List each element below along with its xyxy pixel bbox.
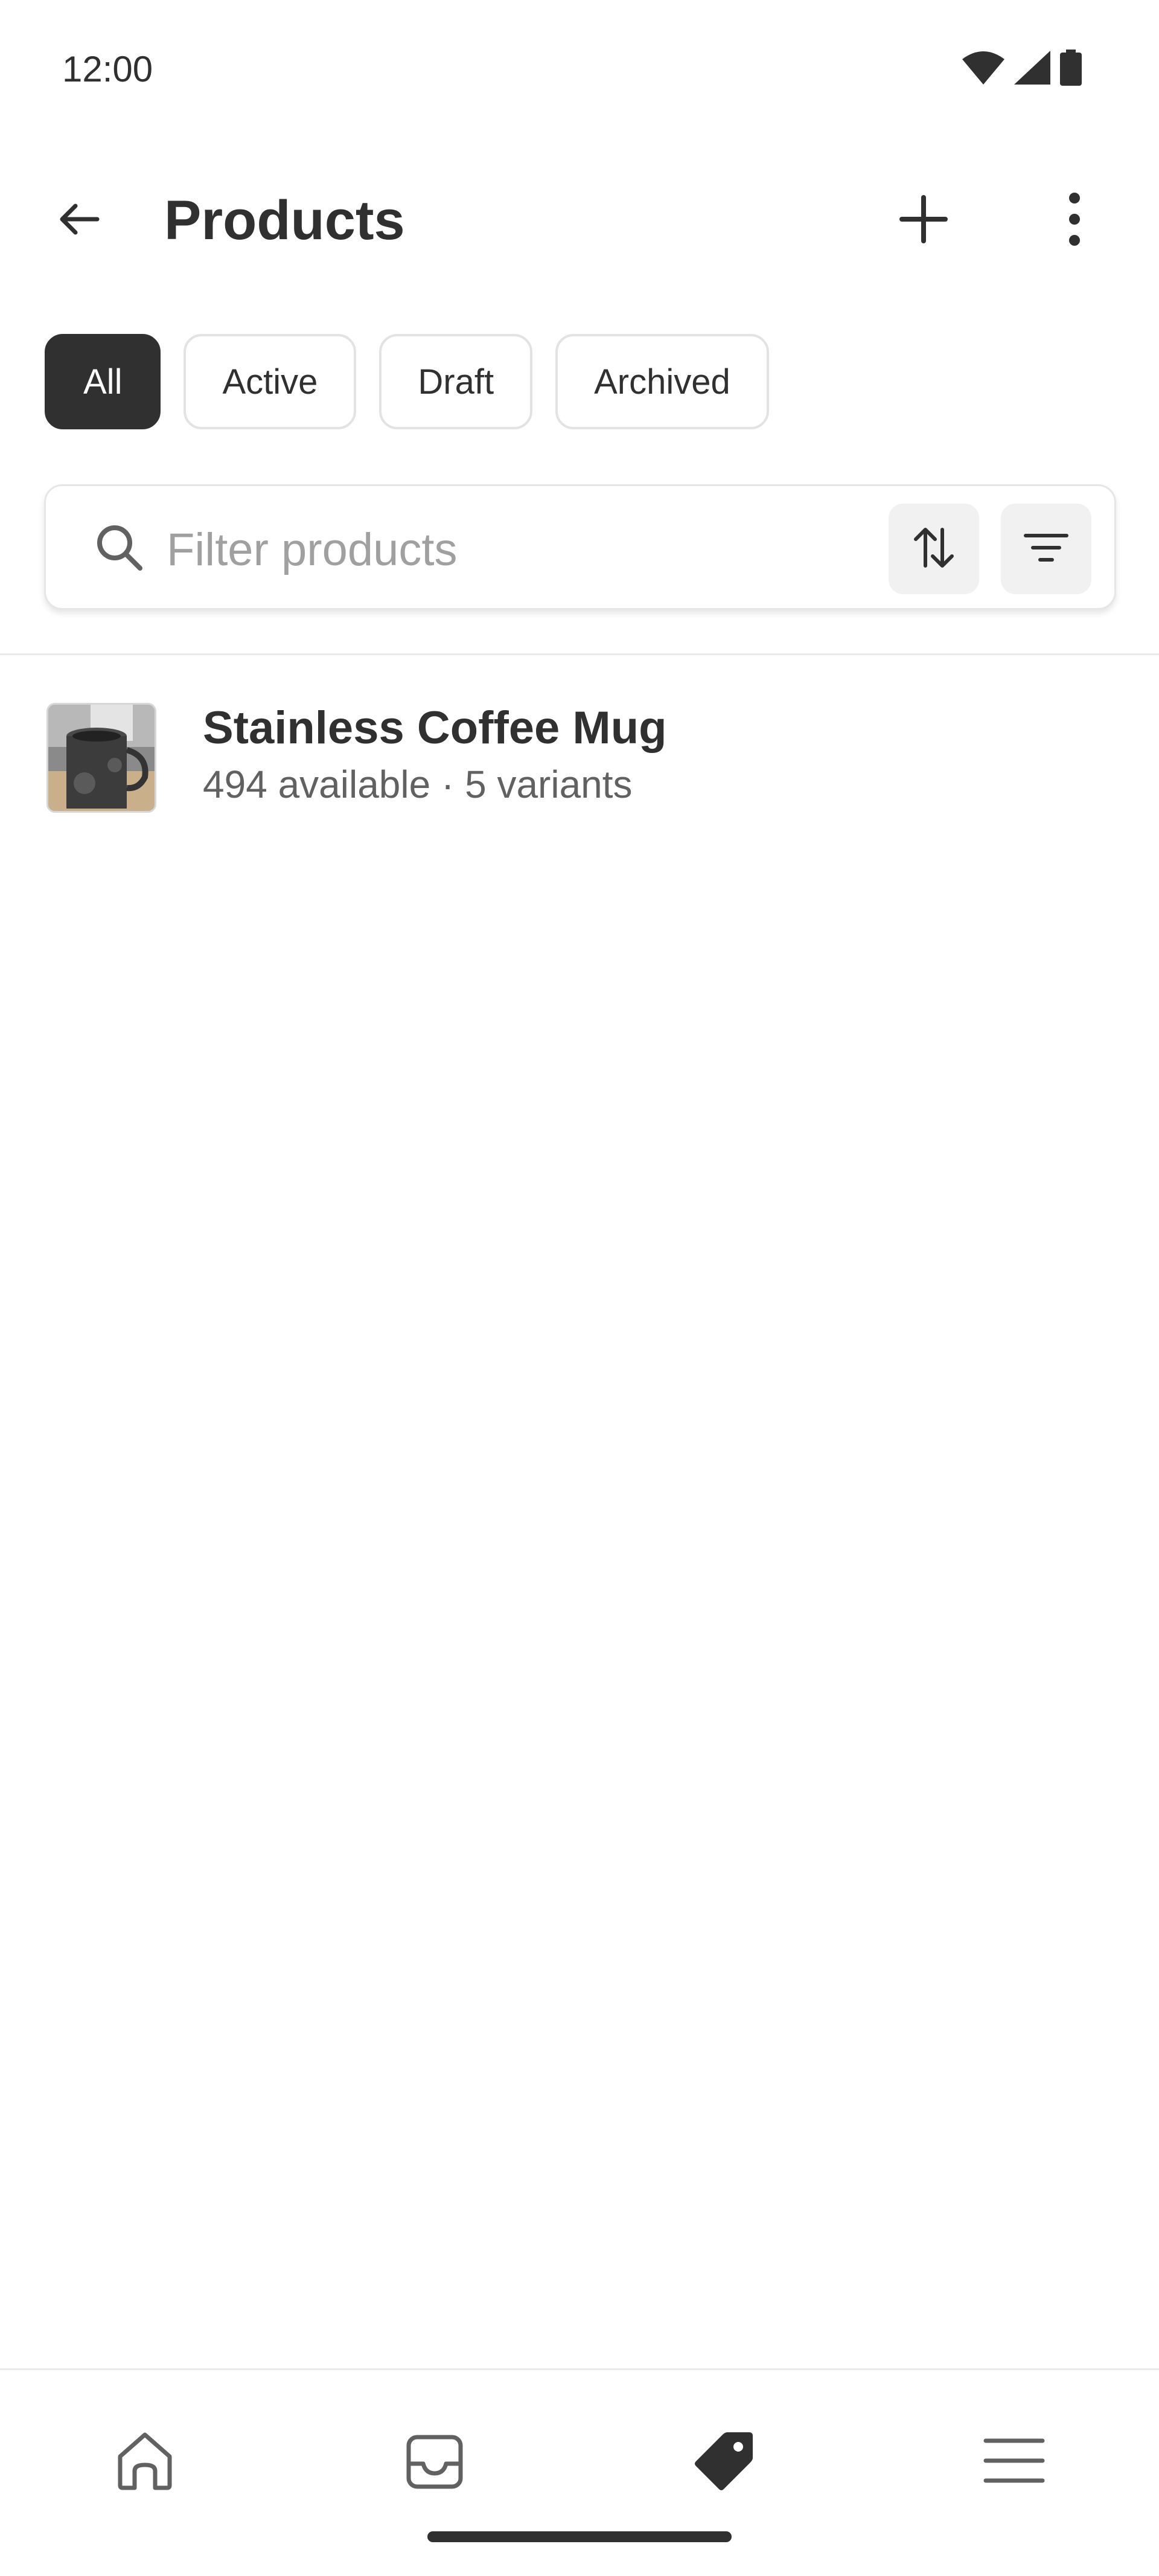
tab-active[interactable]: Active (184, 334, 357, 429)
home-indicator[interactable] (427, 2531, 732, 2542)
page-title: Products (164, 190, 405, 251)
more-options-button[interactable] (1044, 190, 1105, 251)
nav-products[interactable] (676, 2414, 773, 2510)
wifi-icon (962, 51, 1004, 88)
search-bar (44, 484, 1116, 610)
nav-home[interactable] (97, 2414, 193, 2510)
nav-menu[interactable] (966, 2414, 1062, 2510)
products-screen: 12:00 Products All Active Draft Archived… (0, 0, 1159, 2576)
tab-archived[interactable]: Archived (555, 334, 769, 429)
more-vertical-icon (1068, 192, 1081, 249)
menu-icon (981, 2433, 1047, 2491)
inbox-icon (401, 2427, 468, 2497)
arrow-left-icon (57, 201, 100, 240)
back-button[interactable] (48, 190, 109, 251)
tag-icon (691, 2427, 758, 2497)
product-meta: 494 available · 5 variants (203, 763, 633, 806)
search-icon (93, 521, 147, 575)
product-name: Stainless Coffee Mug (203, 702, 667, 754)
nav-inbox[interactable] (386, 2414, 483, 2510)
sort-button[interactable] (889, 504, 979, 594)
battery-icon (1060, 50, 1082, 89)
add-product-button[interactable] (893, 190, 954, 251)
status-time: 12:00 (62, 49, 153, 89)
app-bar: Products (0, 142, 1159, 299)
bottom-navigation (0, 2368, 1159, 2576)
search-input[interactable] (167, 510, 891, 589)
status-icons (962, 50, 1082, 89)
divider (0, 653, 1159, 655)
sort-icon (910, 524, 958, 575)
product-thumbnail (46, 703, 156, 813)
status-bar: 12:00 (0, 0, 1159, 142)
home-icon (112, 2427, 178, 2497)
filter-icon (1022, 530, 1070, 569)
tab-all[interactable]: All (45, 334, 161, 429)
signal-icon (1014, 51, 1050, 88)
status-tabs: All Active Draft Archived (45, 334, 769, 429)
tab-draft[interactable]: Draft (379, 334, 533, 429)
filter-button[interactable] (1001, 504, 1091, 594)
product-list-item[interactable]: Stainless Coffee Mug 494 available · 5 v… (0, 664, 1159, 813)
plus-icon (899, 194, 948, 246)
